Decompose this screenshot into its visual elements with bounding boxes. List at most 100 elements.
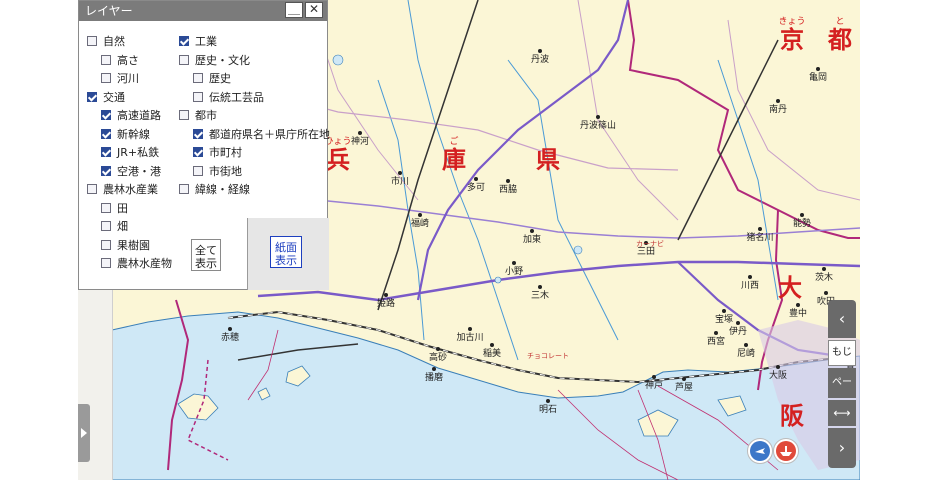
city-marker — [596, 115, 600, 119]
city-label: 丹波 — [531, 53, 549, 65]
city-marker — [538, 49, 542, 53]
city-marker — [714, 331, 718, 335]
layer-item[interactable]: 伝統工芸品 — [193, 89, 264, 107]
layer-label: 歴史 — [209, 72, 231, 85]
layer-checkbox[interactable] — [179, 36, 189, 46]
page-next-button[interactable]: › — [828, 428, 856, 468]
layer-checkbox[interactable] — [87, 91, 97, 102]
layer-item[interactable]: JR+私鉄 — [101, 144, 159, 162]
paper-view-button[interactable]: 紙面 表示 — [270, 236, 302, 268]
layer-item[interactable]: 田 — [101, 200, 128, 218]
city-label: 芦屋 — [675, 382, 693, 393]
layer-item[interactable]: 果樹園 — [101, 237, 150, 255]
layer-item[interactable]: 農林水産業 — [87, 181, 158, 199]
close-button[interactable]: ✕ — [305, 2, 323, 18]
layer-checkbox[interactable] — [101, 54, 111, 65]
layer-item[interactable]: 自然 — [87, 33, 125, 51]
layer-checkbox[interactable] — [101, 128, 111, 139]
layer-item[interactable]: 歴史 — [193, 70, 231, 88]
city-label: 丹波篠山 — [580, 119, 616, 131]
layer-panel-titlebar[interactable]: レイヤー ＿ ✕ — [79, 1, 327, 21]
layer-item[interactable]: 高速道路 — [101, 107, 161, 125]
sidebar-toggle-tab[interactable] — [78, 404, 90, 462]
layer-checkbox[interactable] — [193, 128, 203, 139]
layer-checkbox[interactable] — [179, 54, 189, 65]
app-stage: 兵ひょう庫ご県京きょう都と大阪 丹波篠山 西脇 加東 小野 姫路 加古川 明石 神戸 西宮 尼崎宝… — [0, 0, 940, 480]
city-label: 宝塚 — [715, 313, 733, 325]
close-icon: ✕ — [308, 2, 320, 16]
layer-checkbox[interactable] — [101, 202, 111, 213]
city-label: 姫路 — [377, 297, 395, 309]
layer-item[interactable]: 都道府県名＋県庁所在地 — [193, 126, 330, 144]
layer-label: 果樹園 — [117, 238, 150, 252]
city-marker — [796, 303, 800, 307]
city-marker — [538, 285, 542, 289]
city-marker — [512, 261, 516, 265]
page-prev-button[interactable]: ‹ — [828, 300, 856, 338]
layer-item[interactable]: 空港・港 — [101, 163, 161, 181]
city-marker — [418, 213, 422, 217]
city-marker — [824, 291, 828, 295]
layer-label: JR+私鉄 — [117, 146, 160, 159]
layer-checkbox[interactable] — [179, 110, 189, 120]
city-marker — [530, 229, 534, 233]
city-label: 能勢 — [793, 217, 811, 229]
layer-item[interactable]: 市町村 — [193, 144, 242, 162]
expand-button[interactable]: ⟷ — [828, 400, 856, 426]
layer-checkbox[interactable] — [193, 73, 203, 83]
layer-checkbox[interactable] — [101, 165, 111, 176]
city-marker — [358, 131, 362, 135]
layer-checkbox[interactable] — [101, 239, 111, 250]
layer-checkbox[interactable] — [101, 73, 111, 83]
layer-item[interactable]: 工業 — [179, 33, 217, 51]
layer-checkbox[interactable] — [179, 184, 189, 194]
city-marker — [652, 375, 656, 379]
layer-label: 高速道路 — [117, 109, 161, 122]
layer-item[interactable]: 都市 — [179, 107, 217, 125]
layer-checkbox[interactable] — [193, 147, 203, 157]
layer-checkbox[interactable] — [101, 221, 111, 231]
layer-item[interactable]: 高さ — [101, 52, 139, 70]
page-button[interactable]: ページ — [828, 368, 856, 418]
city-marker — [506, 179, 510, 183]
city-label: 猪名川 — [746, 231, 773, 243]
city-marker — [474, 177, 478, 181]
layer-item[interactable]: 歴史・文化 — [179, 52, 250, 70]
font-size-button[interactable]: もじ — [828, 340, 856, 366]
layer-label: 高さ — [117, 53, 139, 67]
minimize-button[interactable]: ＿ — [285, 2, 303, 18]
show-all-button[interactable]: 全て 表示 — [191, 239, 221, 271]
layer-item[interactable]: 河川 — [101, 70, 139, 88]
ship-icon — [776, 441, 796, 461]
city-marker — [744, 343, 748, 347]
layer-checkbox[interactable] — [193, 91, 203, 102]
layer-checkbox[interactable] — [101, 110, 111, 120]
chevron-left-icon: ‹ — [838, 309, 846, 328]
city-label: 赤穂 — [221, 331, 239, 343]
layer-item[interactable]: 農林水産物 — [101, 255, 172, 273]
city-label: 亀岡 — [809, 71, 827, 83]
layer-item[interactable]: 交通 — [87, 89, 125, 107]
right-margin — [860, 0, 940, 480]
prefecture-label: 県 — [536, 146, 560, 174]
airplane-toggle[interactable] — [747, 438, 773, 464]
layer-checkbox[interactable] — [87, 36, 97, 46]
ship-toggle[interactable] — [773, 438, 799, 464]
layer-checkbox[interactable] — [101, 258, 111, 268]
city-marker — [776, 365, 780, 369]
layer-label: 都道府県名＋県庁所在地 — [209, 127, 330, 141]
layer-item[interactable]: 畑 — [101, 218, 128, 236]
layer-panel-title: レイヤー — [85, 4, 133, 18]
layer-item[interactable]: 市街地 — [193, 163, 242, 181]
prefecture-label: 庫 — [442, 146, 466, 174]
layer-checkbox[interactable] — [101, 147, 111, 157]
prefecture-label: 阪 — [780, 402, 804, 430]
layer-item[interactable]: 新幹線 — [101, 126, 150, 144]
layer-label: 畑 — [117, 220, 128, 233]
city-marker — [432, 367, 436, 371]
layer-checkbox[interactable] — [193, 165, 203, 176]
city-label: 播磨 — [425, 371, 443, 383]
layer-checkbox[interactable] — [87, 184, 97, 194]
layer-item[interactable]: 緯線・経線 — [179, 181, 250, 199]
city-label: 稲美 — [483, 347, 501, 359]
